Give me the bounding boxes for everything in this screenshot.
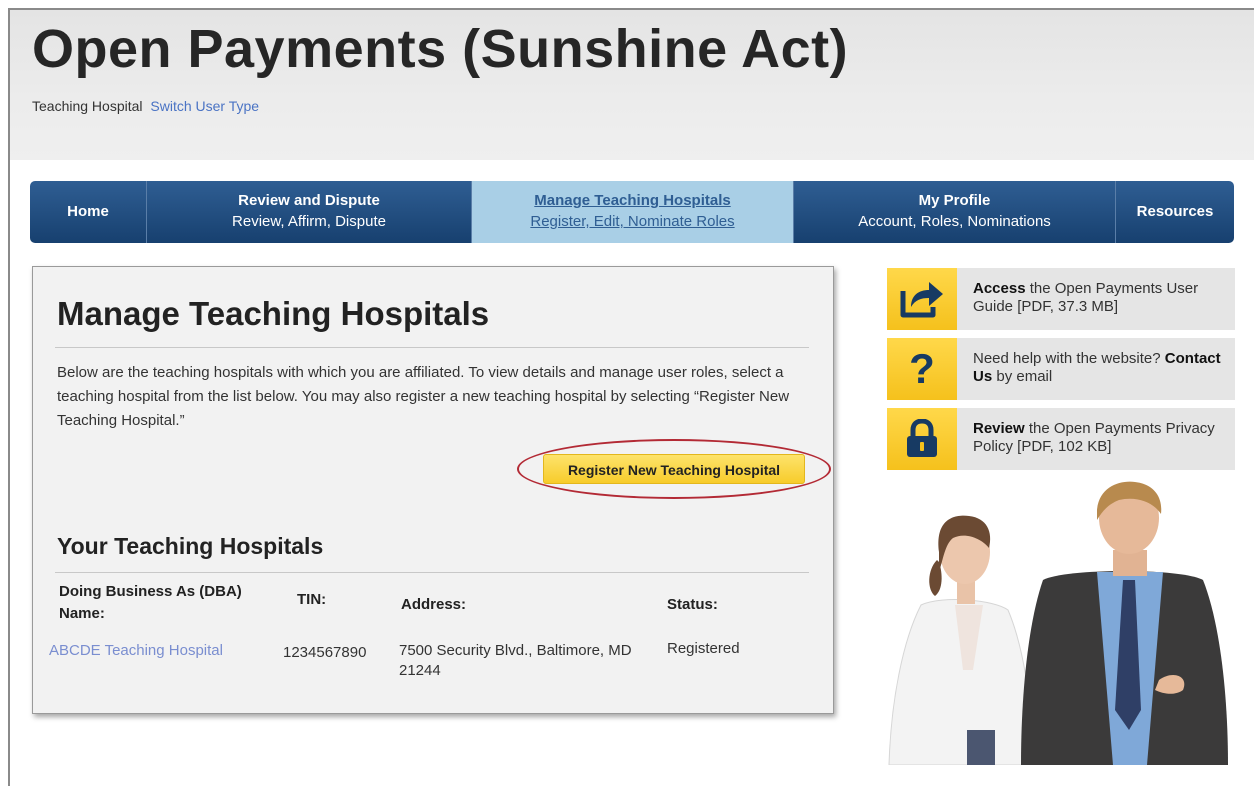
nav-resources[interactable]: Resources [1116, 181, 1234, 243]
sidebar-user-guide-text: Access the Open Payments User Guide [PDF… [973, 280, 1229, 316]
hospital-address: 7500 Security Blvd., Baltimore, MD 21244 [399, 642, 632, 679]
section-title: Your Teaching Hospitals [57, 533, 324, 559]
nav-review-subtitle: Review, Affirm, Dispute [232, 213, 386, 230]
nav-review-title: Review and Dispute [238, 192, 380, 209]
hospital-tin: 1234567890 [283, 644, 367, 661]
lock-icon [887, 408, 957, 470]
title-divider [55, 347, 809, 348]
section-divider [55, 572, 809, 573]
nav-home-label: Home [67, 203, 109, 220]
nav-manage-teaching-hospitals[interactable]: Manage Teaching Hospitals Register, Edit… [472, 181, 794, 243]
nav-profile-subtitle: Account, Roles, Nominations [858, 213, 1051, 230]
nav-resources-label: Resources [1136, 203, 1214, 220]
nav-home[interactable]: Home [30, 181, 147, 243]
manage-hospitals-panel: Manage Teaching Hospitals Below are the … [32, 266, 834, 714]
nav-manage-subtitle: Register, Edit, Nominate Roles [530, 213, 735, 230]
main-nav: Home Review and Dispute Review, Affirm, … [30, 181, 1234, 243]
intro-text: Below are the teaching hospitals with wh… [57, 364, 790, 429]
register-new-hospital-button[interactable]: Register New Teaching Hospital [543, 454, 805, 484]
businessman-figure [1021, 481, 1228, 765]
nav-review-and-dispute[interactable]: Review and Dispute Review, Affirm, Dispu… [147, 181, 472, 243]
sidebar-contact-pre: Need help with the website? [973, 350, 1165, 367]
share-icon [887, 268, 957, 330]
sidebar-contact-us[interactable]: ? Need help with the website? Contact Us… [887, 338, 1235, 400]
sidebar-user-guide-bold: Access [973, 280, 1026, 297]
sidebar-contact-text: Need help with the website? Contact Us b… [973, 350, 1229, 386]
professionals-photo [888, 481, 1228, 765]
page-title: Manage Teaching Hospitals [57, 295, 490, 332]
hospital-dba-link[interactable]: ABCDE Teaching Hospital [49, 641, 223, 661]
site-title: Open Payments (Sunshine Act) [32, 19, 849, 79]
hospital-status: Registered [667, 640, 740, 657]
switch-user-type-link[interactable]: Switch User Type [150, 98, 259, 114]
column-header-status: Status: [667, 596, 718, 613]
column-header-dba: Doing Business As (DBA) Name: [59, 583, 242, 622]
question-icon: ? [887, 338, 957, 400]
nav-profile-title: My Profile [918, 192, 991, 209]
column-header-address: Address: [401, 596, 467, 613]
nav-manage-title: Manage Teaching Hospitals [534, 192, 731, 209]
user-type-bar: Teaching Hospital Switch User Type [32, 98, 259, 114]
user-type-label: Teaching Hospital [32, 98, 143, 114]
site-header: Open Payments (Sunshine Act) Teaching Ho… [10, 10, 1254, 160]
nav-my-profile[interactable]: My Profile Account, Roles, Nominations [794, 181, 1116, 243]
sidebar-privacy-bold: Review [973, 420, 1025, 437]
sidebar-privacy-text: Review the Open Payments Privacy Policy … [973, 420, 1229, 456]
doctor-figure [888, 515, 1034, 765]
sidebar-contact-desc: by email [992, 368, 1053, 385]
column-header-tin: TIN: [297, 591, 327, 608]
sidebar-user-guide[interactable]: Access the Open Payments User Guide [PDF… [887, 268, 1235, 330]
sidebar-privacy-policy[interactable]: Review the Open Payments Privacy Policy … [887, 408, 1235, 470]
